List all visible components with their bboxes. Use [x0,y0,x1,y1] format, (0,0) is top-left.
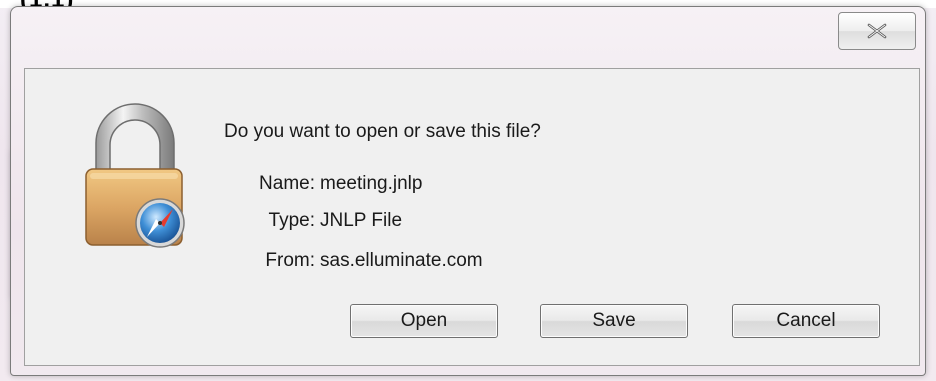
from-label: From: [265,250,315,271]
open-button[interactable]: Open [350,304,498,338]
padlock-safari-icon [85,103,185,248]
name-label: Name: [259,173,315,194]
type-value: JNLP File [320,210,403,231]
close-x-icon [867,23,887,39]
name-value: meeting.jnlp [320,173,423,194]
cancel-button[interactable]: Cancel [732,304,880,338]
from-value: sas.elluminate.com [320,250,483,271]
close-button[interactable] [838,12,916,50]
dialog-question: Do you want to open or save this file? [224,121,541,142]
save-button[interactable]: Save [540,304,688,338]
type-label: Type: [268,210,315,231]
